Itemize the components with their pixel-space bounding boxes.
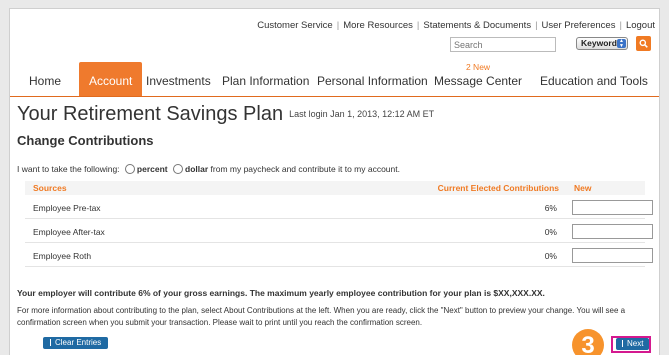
contributions-table: Sources Current Elected Contributions Ne… [25,181,653,267]
table-row: Employee Pre-tax 6% [25,195,653,219]
next-label: Next [627,339,644,348]
page-title: Your Retirement Savings Plan Last login J… [17,103,434,126]
clear-entries-label: Clear Entries [55,338,102,347]
contribution-type-row: I want to take the following: percent do… [17,164,400,174]
table-header: Sources Current Elected Contributions Ne… [25,181,645,195]
intent-prefix: I want to take the following: [17,164,120,174]
row-current: 6% [544,203,557,213]
step-number-marker: 3 [572,329,604,355]
nav-message-center[interactable]: 2 New Message Center [434,62,522,96]
header-current: Current Elected Contributions [437,183,559,193]
row-current: 0% [544,251,557,261]
customer-service-link[interactable]: Customer Service [257,20,333,31]
user-preferences-link[interactable]: User Preferences [542,20,616,31]
message-badge: 2 New [465,62,491,72]
dollar-label: dollar [185,164,209,174]
search-icon [639,39,648,48]
section-title: Change Contributions [17,133,154,148]
nav-education-tools[interactable]: Education and Tools [540,62,648,96]
search-type-value: Keyword [581,38,617,48]
nav-plan-information[interactable]: Plan Information [222,62,309,96]
nav-account[interactable]: Account [79,62,143,96]
dollar-radio[interactable] [173,164,183,174]
table-row: Employee Roth 0% [25,243,653,267]
nav-personal-information[interactable]: Personal Information [317,62,428,96]
last-login: Last login Jan 1, 2013, 12:12 AM ET [289,109,435,119]
percent-label: percent [136,164,168,174]
statements-documents-link[interactable]: Statements & Documents [423,20,531,31]
nav-message-center-label: Message Center [434,74,523,88]
nav-investments[interactable]: Investments [146,62,211,96]
utility-links: Customer Service | More Resources | Statemen… [257,20,655,31]
table-row: Employee After-tax 0% [25,219,653,243]
header-sources: Sources [33,183,67,193]
search-button[interactable] [636,36,651,51]
search-type-select[interactable]: Keyword ▲ ▼ [576,37,628,50]
new-aftertax-input[interactable] [572,224,653,239]
row-source: Employee After-tax [33,227,105,237]
page-frame: Customer Service | More Resources | Statemen… [9,8,660,355]
next-button[interactable]: Next [616,338,650,350]
employer-note: Your employer will contribute 6% of your… [17,288,545,298]
info-text: For more information about contributing … [17,306,626,327]
clear-entries-button[interactable]: Clear Entries [43,337,109,349]
header-new: New [574,183,592,193]
main-nav: Home Account Investments Plan Informatio… [10,62,659,97]
page-title-text: Your Retirement Savings Plan [17,103,284,125]
nav-home[interactable]: Home [29,62,61,96]
row-current: 0% [544,227,557,237]
more-resources-link[interactable]: More Resources [343,20,413,31]
select-arrows-icon: ▲ ▼ [617,39,626,48]
search-input[interactable] [450,37,556,52]
row-source: Employee Roth [33,251,92,261]
new-roth-input[interactable] [572,248,653,263]
new-pretax-input[interactable] [572,200,653,215]
percent-radio[interactable] [124,164,135,174]
row-source: Employee Pre-tax [33,203,101,213]
intent-suffix: from my paycheck and contribute it to my… [210,164,400,174]
logout-link[interactable]: Logout [626,20,655,31]
